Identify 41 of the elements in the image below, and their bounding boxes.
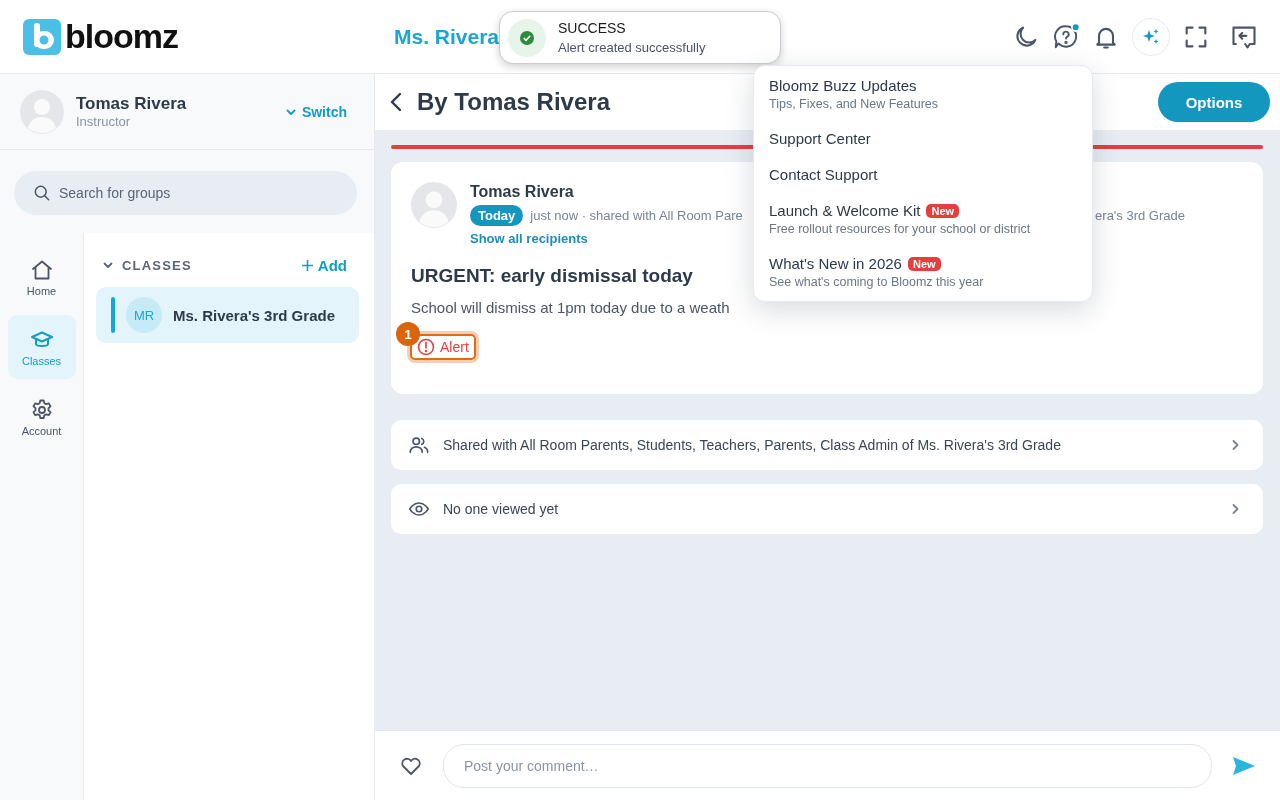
plus-icon — [301, 259, 313, 271]
new-badge: New — [907, 256, 941, 271]
toast-message: Alert created successfully — [558, 40, 706, 55]
user-name: Tomas Rivera — [76, 94, 187, 114]
author-name: Tomas Rivera — [470, 183, 575, 201]
alert-icon — [417, 338, 435, 356]
post-meta: just now · shared with All Room Pare — [530, 208, 743, 223]
toast-title: SUCCESS — [558, 20, 627, 36]
menu-item-subtitle: See what's coming to Bloomz this year — [769, 275, 985, 289]
avatar-icon — [411, 182, 457, 228]
user-role: Instructor — [76, 114, 132, 129]
menu-item[interactable]: Launch & Welcome Kit New Free rollout resources for your school or district — [754, 200, 1092, 236]
nav-item[interactable]: Account — [7, 385, 76, 449]
class-initials: MR — [126, 297, 162, 333]
date-badge: Today — [470, 205, 524, 226]
views-row[interactable]: No one viewed yet — [391, 484, 1263, 534]
post-view-title: By Tomas Rivera — [417, 88, 610, 116]
new-badge: New — [926, 203, 960, 218]
post-meta: era's 3rd Grade — [1095, 208, 1185, 223]
nav-item[interactable]: Home — [7, 245, 76, 309]
menu-item[interactable]: Bloomz Buzz Updates Tips, Fixes, and New Features — [754, 75, 1092, 111]
search-field[interactable]: Search for groups — [14, 171, 357, 215]
count-badge: 1 — [396, 322, 420, 346]
back-chevron-icon[interactable] — [389, 91, 403, 113]
section-heading: CLASSES — [122, 257, 192, 273]
shared-with-row[interactable]: Shared with All Room Parents, Students, Teachers, Parents, Class Admin of Ms. Rivera's 3rd Grade — [391, 420, 1263, 470]
logo-icon — [23, 18, 61, 55]
people-icon — [408, 434, 430, 456]
show-recipients-link[interactable]: Show all recipients — [470, 231, 588, 246]
page-title: Ms. Rivera — [393, 24, 500, 49]
menu-item-subtitle: Tips, Fixes, and New Features — [769, 97, 940, 111]
menu-item-subtitle: Free rollout resources for your school or district — [769, 222, 1032, 236]
menu-item[interactable]: Support Center — [754, 128, 1092, 147]
post-body: School will dismiss at 1pm today due to a weath — [411, 299, 730, 316]
class-item[interactable]: MR Ms. Rivera's 3rd Grade — [96, 287, 359, 343]
menu-item[interactable]: What's New in 2026 New See what's coming to Bloomz this year — [754, 253, 1092, 289]
help-icon[interactable] — [1052, 22, 1080, 51]
logo-text: bloomz — [65, 17, 178, 56]
menu-item[interactable]: Contact Support — [754, 164, 1092, 183]
post-title: URGENT: early dismissal today — [411, 265, 693, 287]
comment-field[interactable]: Post your comment… — [443, 743, 1212, 788]
